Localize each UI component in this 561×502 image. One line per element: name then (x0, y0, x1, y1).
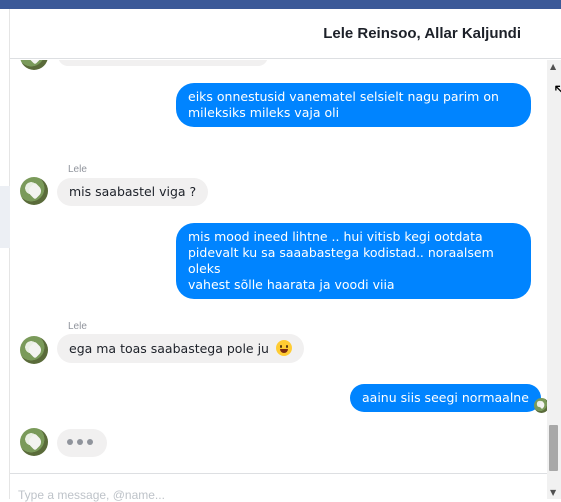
avatar[interactable] (20, 60, 48, 70)
previous-message-bubble (58, 60, 268, 66)
message-line: pidevalt ku sa saaabastega kodistad.. no… (188, 245, 494, 276)
message-bubble-outgoing[interactable]: mis mood ineed lihtne .. hui vitisb kegi… (176, 223, 531, 299)
typing-dot (77, 439, 83, 445)
avatar[interactable] (20, 428, 48, 456)
typing-dot (67, 439, 73, 445)
message-line: vahest sõlle haarata ja voodi viia (188, 277, 395, 292)
message-composer (10, 473, 547, 502)
message-bubble-outgoing[interactable]: eiks onnestusid vanematel selsielt nagu … (176, 83, 531, 127)
sender-name: Lele (68, 164, 87, 175)
message-text: mis saabastel viga ? (69, 184, 197, 199)
top-bar (0, 0, 561, 9)
conversation-list-edge (0, 9, 10, 499)
message-bubble-incoming[interactable]: ega ma toas saabastega pole ju (57, 334, 304, 363)
message-line: mileksiks mileks vaja oli (188, 105, 340, 120)
mouse-cursor-icon: ↖ (553, 80, 561, 99)
typing-dot (87, 439, 93, 445)
thread-scrollbar[interactable]: ▲ ▼ (547, 60, 561, 499)
message-text: ega ma toas saabastega pole ju (69, 341, 269, 356)
scroll-up-arrow-icon[interactable]: ▲ (550, 62, 556, 71)
chat-header: Lele Reinsoo, Allar Kaljundi (10, 9, 561, 59)
read-receipt-avatar (534, 398, 547, 413)
avatar[interactable] (20, 177, 48, 205)
selected-conversation-edge[interactable] (0, 186, 10, 248)
message-line: eiks onnestusid vanematel selsielt nagu … (188, 89, 499, 104)
message-thread[interactable]: eiks onnestusid vanematel selsielt nagu … (10, 60, 547, 473)
scrollbar-thumb[interactable] (549, 425, 558, 471)
message-line: mis mood ineed lihtne .. hui vitisb kegi… (188, 229, 483, 244)
typing-indicator (57, 429, 107, 457)
message-input[interactable] (18, 488, 318, 502)
conversation-title[interactable]: Lele Reinsoo, Allar Kaljundi (323, 25, 521, 42)
message-text: aainu siis seegi normaalne (362, 390, 529, 405)
message-bubble-outgoing[interactable]: aainu siis seegi normaalne (350, 384, 541, 412)
scroll-down-arrow-icon[interactable]: ▼ (550, 488, 556, 497)
message-bubble-incoming[interactable]: mis saabastel viga ? (57, 178, 209, 206)
avatar[interactable] (20, 336, 48, 364)
grinning-face-emoji-icon (275, 340, 292, 356)
sender-name: Lele (68, 321, 87, 332)
